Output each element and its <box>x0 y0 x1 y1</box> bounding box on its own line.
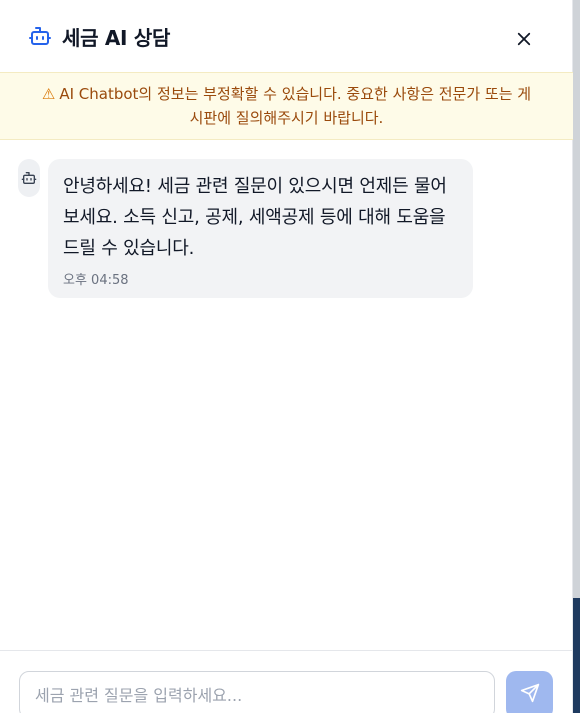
close-button[interactable] <box>513 30 535 52</box>
message-bubble: 안녕하세요! 세금 관련 질문이 있으시면 언제든 물어보세요. 소득 신고, … <box>48 159 473 298</box>
close-icon <box>515 30 533 52</box>
bot-icon <box>28 24 52 48</box>
chat-panel: 세금 AI 상담 ⚠ AI Chatbot의 정보는 부정확할 수 있습니다. 중… <box>0 0 573 713</box>
disclaimer-text: ⚠ AI Chatbot의 정보는 부정확할 수 있습니다. 중요한 사항은 전문… <box>42 82 531 130</box>
warning-icon: ⚠ <box>41 85 56 103</box>
message-text: 안녕하세요! 세금 관련 질문이 있으시면 언제든 물어보세요. 소득 신고, … <box>63 176 447 259</box>
chat-title: 세금 AI 상담 <box>62 25 171 50</box>
message-timestamp: 오후 04:58 <box>63 273 129 288</box>
chat-header: 세금 AI 상담 <box>0 0 573 72</box>
send-icon <box>520 683 540 707</box>
disclaimer-banner: ⚠ AI Chatbot의 정보는 부정확할 수 있습니다. 중요한 사항은 전문… <box>0 72 573 140</box>
disclaimer-line-2: 시판에 질의해주시기 바랍니다. <box>189 109 384 127</box>
bot-icon <box>21 170 37 190</box>
message-composer <box>0 650 573 713</box>
message-list[interactable]: 안녕하세요! 세금 관련 질문이 있으시면 언제든 물어보세요. 소득 신고, … <box>0 140 573 650</box>
bot-avatar <box>18 159 40 197</box>
message-input[interactable] <box>19 671 495 713</box>
send-button[interactable] <box>506 671 553 713</box>
message-row-bot: 안녕하세요! 세금 관련 질문이 있으시면 언제든 물어보세요. 소득 신고, … <box>18 159 473 298</box>
backdrop-dark-block <box>572 598 580 713</box>
disclaimer-line-1: AI Chatbot의 정보는 부정확할 수 있습니다. 중요한 사항은 전문가… <box>59 85 532 103</box>
